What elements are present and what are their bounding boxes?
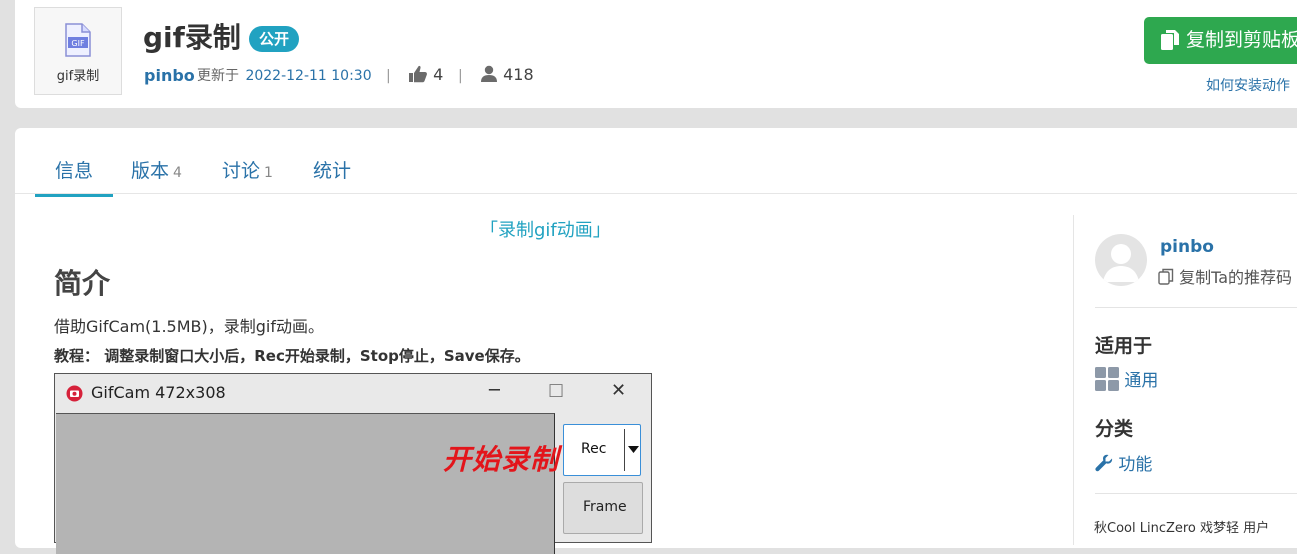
maximize-icon: □ (548, 380, 565, 400)
gifcam-capture-area (56, 413, 555, 554)
sidebar-divider (1073, 215, 1074, 545)
svg-text:GIF: GIF (71, 39, 85, 48)
frame-button: Frame (563, 482, 643, 534)
rec-divider (624, 429, 625, 471)
updated-time: 2022-12-11 10:30 (245, 68, 372, 84)
users-count: 418 (503, 65, 534, 84)
sidebar-divider-1 (1095, 307, 1297, 308)
close-icon: ✕ (611, 380, 627, 401)
section-title: 简介 (54, 267, 111, 300)
gifcam-preview-image: GifCam 472x308 ─ □ ✕ 开始录制 Rec Frame (54, 373, 652, 554)
author-link[interactable]: pinbo (144, 66, 195, 86)
rec-button-label: Rec (581, 441, 607, 457)
applies-item[interactable]: 通用 (1095, 366, 1158, 391)
meta-separator-2: | (458, 68, 463, 84)
thumbs-up-icon (409, 65, 427, 83)
default-avatar-icon (1103, 244, 1139, 282)
grid-icon (1095, 367, 1119, 391)
meta-separator: | (386, 68, 391, 84)
users: 418 (480, 65, 534, 85)
tab-discussion-label: 讨论 (222, 160, 261, 182)
category-item[interactable]: 功能 (1095, 450, 1152, 475)
rec-button: Rec (563, 424, 641, 476)
likes-count: 4 (433, 65, 444, 84)
install-help-link[interactable]: 如何安装动作 (1206, 75, 1290, 95)
tutorial-text: 教程： 调整录制窗口大小后，Rec开始录制，Stop停止，Save保存。 (54, 347, 530, 365)
app-icon-label: gif录制 (56, 69, 100, 84)
sidebar-users-list: 秋Cool LincZero 戏梦轻 用户 (1094, 521, 1270, 536)
updated-info: 更新于 2022-12-11 10:30 (197, 66, 372, 86)
updated-label: 更新于 (197, 68, 239, 84)
user-icon (481, 65, 497, 82)
copy-button-label: 复制到剪贴板 (1186, 29, 1297, 51)
tab-discussion-count: 1 (264, 165, 273, 181)
avatar[interactable] (1095, 234, 1147, 286)
description: 借助GifCam(1.5MB)，录制gif动画。 (54, 317, 324, 336)
page-title: gif录制 (143, 21, 241, 54)
tab-info[interactable]: 信息 (35, 158, 113, 197)
tab-discussion[interactable]: 讨论 1 (222, 158, 273, 194)
gif-file-icon: GIF (65, 23, 91, 57)
tab-stats[interactable]: 统计 (313, 158, 351, 194)
tab-divider (15, 193, 1297, 194)
start-recording-caption: 开始录制 (443, 443, 560, 476)
likes[interactable]: 4 (408, 65, 443, 85)
copy-outline-icon (1158, 268, 1174, 285)
tab-info-label: 信息 (54, 160, 93, 182)
public-badge: 公开 (249, 26, 300, 52)
action-link[interactable]: 「录制gif动画」 (480, 216, 611, 242)
tab-versions-label: 版本 (131, 160, 170, 182)
applies-item-label: 通用 (1124, 371, 1159, 391)
copy-icon (1161, 30, 1179, 50)
copy-referral-label: 复制Ta的推荐码 (1179, 268, 1293, 287)
category-item-label: 功能 (1118, 455, 1153, 475)
copy-to-clipboard-button[interactable]: 复制到剪贴板 (1144, 17, 1297, 64)
category-heading: 分类 (1095, 418, 1134, 440)
sidebar-divider-2 (1095, 493, 1297, 494)
sidebar-author-link[interactable]: pinbo (1160, 237, 1214, 257)
frame-button-label: Frame (583, 499, 627, 515)
wrench-icon (1095, 454, 1113, 472)
tab-stats-label: 统计 (313, 160, 352, 182)
copy-referral[interactable]: 复制Ta的推荐码 (1158, 264, 1292, 288)
app-icon: GIF gif录制 (34, 7, 122, 95)
camera-icon (66, 385, 83, 402)
applies-heading: 适用于 (1095, 335, 1153, 357)
gifcam-title: GifCam 472x308 (91, 383, 226, 402)
minimize-icon: ─ (489, 380, 500, 401)
tab-versions-count: 4 (173, 165, 182, 181)
dropdown-arrow-icon (628, 446, 639, 453)
tab-versions[interactable]: 版本 4 (131, 158, 182, 194)
